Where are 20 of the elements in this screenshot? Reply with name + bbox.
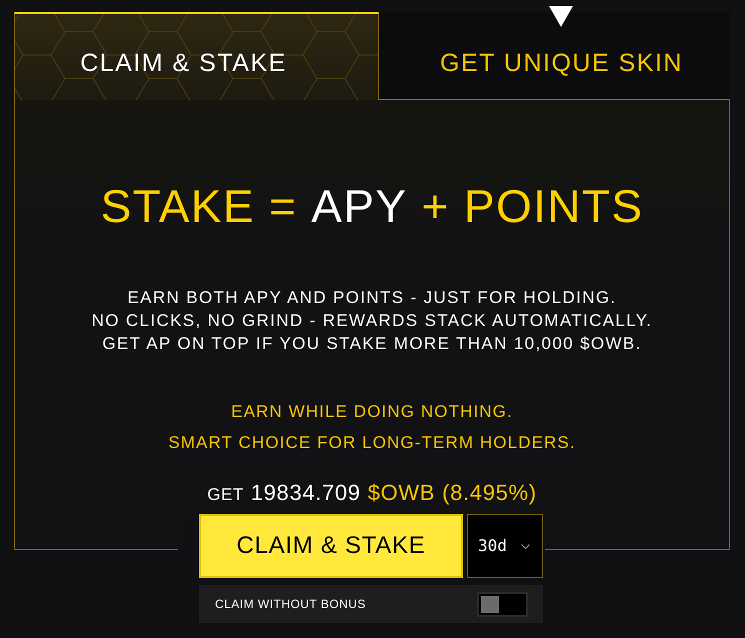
description-line: NO CLICKS, NO GRIND - REWARDS STACK AUTOMATICALLY. [92,310,652,332]
duration-select[interactable]: 30d [467,514,543,578]
headline-text: STAKE = [100,179,298,233]
description-line: EARN BOTH APY AND POINTS - JUST FOR HOLDING. [127,287,616,309]
claim-stake-button[interactable]: CLAIM & STAKE [199,514,463,578]
reward-rate: (8.495%) [442,479,537,507]
headline-text: APY [311,179,408,233]
tagline-text: EARN WHILE DOING NOTHING. [231,401,513,423]
description-line: GET AP ON TOP IF YOU STAKE MORE THAN 10,000 $OWB. [102,333,642,355]
tab[interactable]: CLAIM & STAKE [14,12,379,100]
headline-text: + POINTS [421,179,644,233]
reward-amount: 19834.709 [250,479,361,507]
triangle-marker-icon [549,6,573,27]
tagline-text: SMART CHOICE FOR LONG-TERM HOLDERS. [168,432,576,454]
option-label: CLAIM WITHOUT BONUS [215,596,366,613]
token-symbol: $OWB [368,479,436,507]
tab[interactable]: GET UNIQUE SKIN [379,12,730,100]
reward-label: GET [207,484,244,506]
toggle-switch[interactable] [477,592,528,616]
chevron-down-icon [521,544,530,548]
